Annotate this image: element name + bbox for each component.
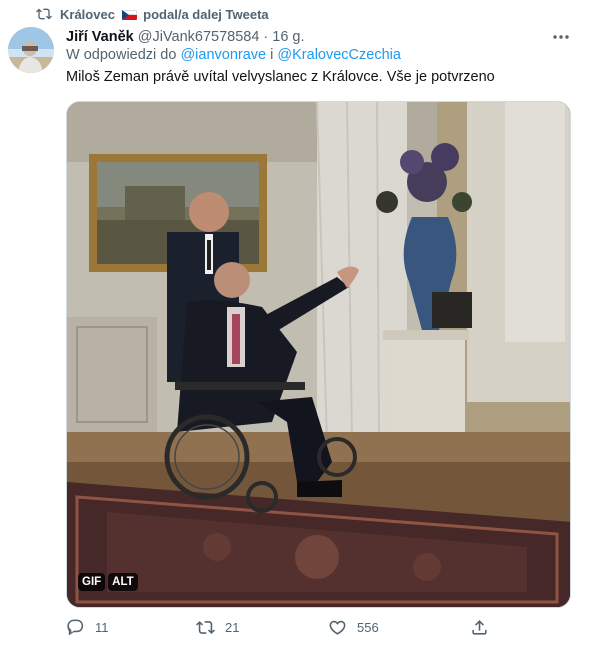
author-handle[interactable]: @JiVank67578584	[138, 29, 260, 45]
retweet-count: 21	[225, 620, 240, 635]
mention-link-kralovecczechia[interactable]: @KralovecCzechia	[277, 47, 401, 63]
reply-icon	[67, 619, 84, 636]
retweet-action-icon	[196, 621, 215, 634]
more-options-button[interactable]	[549, 28, 573, 46]
retweeter-name[interactable]: Královec	[60, 7, 115, 22]
retweet-button[interactable]: 21	[196, 618, 239, 637]
media-badges: GIF ALT	[78, 573, 138, 591]
retweet-label: podal/a dalej Tweeta	[143, 6, 269, 22]
retweet-icon	[36, 8, 52, 20]
tweet-header: Jiří Vaněk @JiVank67578584 · 16 g.	[66, 27, 305, 47]
czech-flag-icon	[121, 9, 137, 20]
retweet-context[interactable]: Královec podal/a dalej Tweeta	[36, 5, 269, 23]
tweet-text: Miloš Zeman právě uvítal velvyslanec z K…	[66, 69, 495, 85]
separator-dot: ·	[263, 29, 269, 45]
action-bar: 11 21 556	[66, 618, 506, 642]
share-icon	[472, 620, 487, 635]
reply-connector: i	[270, 47, 274, 63]
alt-badge[interactable]: ALT	[108, 573, 138, 591]
media-gif[interactable]	[66, 101, 571, 608]
gif-scene-image	[67, 102, 570, 607]
like-count: 556	[357, 620, 379, 635]
avatar[interactable]	[8, 27, 54, 73]
share-button[interactable]	[470, 618, 489, 637]
gif-badge: GIF	[78, 573, 106, 591]
like-button[interactable]: 556	[328, 618, 379, 637]
reply-prefix: W odpowiedzi do	[66, 47, 177, 63]
author-name[interactable]: Jiří Vaněk	[66, 29, 134, 45]
more-icon	[553, 35, 569, 39]
tweet[interactable]: Královec podal/a dalej Tweeta Jiří Vaněk…	[0, 0, 594, 653]
mention-link-ianvonrave[interactable]: @ianvonrave	[180, 47, 266, 63]
timestamp[interactable]: 16 g.	[272, 29, 304, 45]
reply-context: W odpowiedzi do @ianvonrave i @KralovecC…	[66, 47, 401, 63]
heart-icon	[329, 620, 346, 635]
reply-button[interactable]: 11	[66, 618, 109, 637]
reply-count: 11	[95, 620, 109, 635]
